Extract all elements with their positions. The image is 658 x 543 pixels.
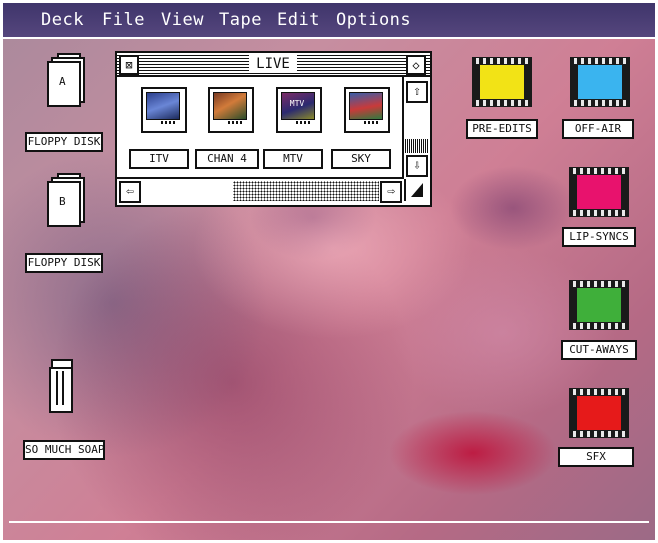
floppy-a-letter: A	[59, 75, 66, 88]
menu-edit[interactable]: Edit	[277, 10, 320, 30]
channel-chan4-label[interactable]: CHAN 4	[195, 149, 259, 169]
floppy-disk-a-icon[interactable]: A	[47, 53, 85, 107]
scroll-right-arrow-icon[interactable]: ⇨	[380, 181, 402, 203]
off-air-folder-icon[interactable]	[570, 57, 630, 107]
horizontal-scrollbar[interactable]: ⇦ ⇨	[117, 177, 402, 203]
menu-view[interactable]: View	[161, 10, 204, 30]
full-box-icon[interactable]: ◇	[406, 55, 426, 75]
channel-mtv-icon[interactable]: MTV	[276, 87, 322, 133]
desktop-screen: Deck File View Tape Edit Options A FLOPP…	[3, 3, 655, 540]
lip-syncs-folder-icon[interactable]	[569, 167, 629, 217]
vertical-scroll-track[interactable]	[404, 139, 428, 153]
window-title-bar[interactable]: ⊠ LIVE ◇	[117, 53, 430, 77]
pre-edits-color-panel	[480, 65, 524, 99]
scroll-up-arrow-icon[interactable]: ⇧	[406, 81, 428, 103]
channel-mtv-label[interactable]: MTV	[263, 149, 323, 169]
cut-aways-folder-icon[interactable]	[569, 280, 629, 330]
menu-deck[interactable]: Deck	[41, 10, 84, 30]
menu-tape[interactable]: Tape	[219, 10, 262, 30]
menu-options[interactable]: Options	[336, 10, 411, 30]
scroll-left-arrow-icon[interactable]: ⇦	[119, 181, 141, 203]
trash-can-icon[interactable]	[49, 359, 73, 413]
sfx-folder-icon[interactable]	[569, 388, 629, 438]
floppy-b-letter: B	[59, 195, 66, 208]
channel-sky-label[interactable]: SKY	[331, 149, 391, 169]
floppy-disk-b-icon[interactable]: B	[47, 173, 85, 227]
floppy-disk-b-label[interactable]: FLOPPY DISK	[25, 253, 103, 273]
vertical-scrollbar[interactable]: ⇧ ⇩	[402, 77, 428, 179]
pre-edits-folder-icon[interactable]	[472, 57, 532, 107]
close-box-icon[interactable]: ⊠	[119, 55, 139, 75]
bottom-divider	[9, 521, 649, 523]
window-title: LIVE	[249, 55, 297, 73]
channel-sky-icon[interactable]	[344, 87, 390, 133]
lip-syncs-label[interactable]: LIP-SYNCS	[562, 227, 636, 247]
live-window: ⊠ LIVE ◇ ITV CHAN 4 MTV MTV SKY ⇧ ⇩ ⇦ ⇨	[115, 51, 432, 207]
pre-edits-label[interactable]: PRE-EDITS	[466, 119, 538, 139]
sfx-label[interactable]: SFX	[558, 447, 634, 467]
channel-chan4-icon[interactable]	[208, 87, 254, 133]
cut-aways-label[interactable]: CUT-AWAYS	[561, 340, 637, 360]
menu-bar: Deck File View Tape Edit Options	[3, 3, 655, 39]
trash-label[interactable]: SO MUCH SOAP	[23, 440, 105, 460]
off-air-label[interactable]: OFF-AIR	[562, 119, 634, 139]
scroll-down-arrow-icon[interactable]: ⇩	[406, 155, 428, 177]
horizontal-scroll-track[interactable]	[233, 181, 379, 201]
channel-itv-icon[interactable]	[141, 87, 187, 133]
off-air-color-panel	[578, 65, 622, 99]
menu-file[interactable]: File	[102, 10, 145, 30]
resize-box-icon[interactable]	[404, 179, 428, 201]
cut-aways-color-panel	[577, 288, 621, 322]
sfx-color-panel	[577, 396, 621, 430]
floppy-disk-a-label[interactable]: FLOPPY DISK	[25, 132, 103, 152]
lip-syncs-color-panel	[577, 175, 621, 209]
channel-itv-label[interactable]: ITV	[129, 149, 189, 169]
